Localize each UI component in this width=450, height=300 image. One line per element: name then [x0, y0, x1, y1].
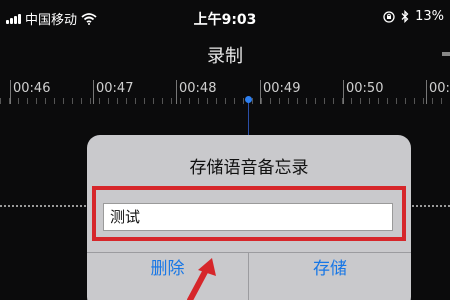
annotation-arrow-icon — [187, 258, 216, 300]
major-tick — [93, 80, 94, 104]
major-tick — [10, 80, 11, 104]
dialog-title: 存储语音备忘录 — [189, 158, 309, 178]
major-tick — [343, 80, 344, 104]
bluetooth-icon — [401, 10, 409, 23]
page-title: 录制 — [207, 46, 243, 67]
waveform-baseline — [412, 205, 450, 207]
time-label: 00:5 — [429, 81, 450, 96]
battery-percent: 13% — [415, 9, 444, 24]
waveform-baseline — [0, 205, 88, 207]
time-label: 00:49 — [263, 81, 301, 96]
save-memo-dialog: 存储语音备忘录 测试 删除 存储 — [87, 135, 411, 300]
orientation-lock-icon — [383, 10, 395, 23]
save-button[interactable]: 存储 — [249, 252, 411, 286]
major-tick — [260, 80, 261, 104]
time-label: 00:48 — [179, 81, 217, 96]
time-label: 00:46 — [13, 81, 51, 96]
edge-marker — [442, 52, 450, 56]
time-label: 00:50 — [346, 81, 384, 96]
status-right: 13% — [383, 9, 444, 24]
major-tick — [426, 80, 427, 104]
playhead-handle[interactable] — [245, 96, 252, 103]
timeline-ruler[interactable]: 00:46 00:47 00:48 00:49 00:50 00:5 — [0, 76, 450, 106]
memo-name-input[interactable]: 测试 — [103, 203, 393, 231]
minor-ticks — [0, 98, 450, 104]
status-bar: 中国移动 上午9:03 13% — [0, 0, 450, 34]
time-label: 00:47 — [96, 81, 134, 96]
major-tick — [176, 80, 177, 104]
